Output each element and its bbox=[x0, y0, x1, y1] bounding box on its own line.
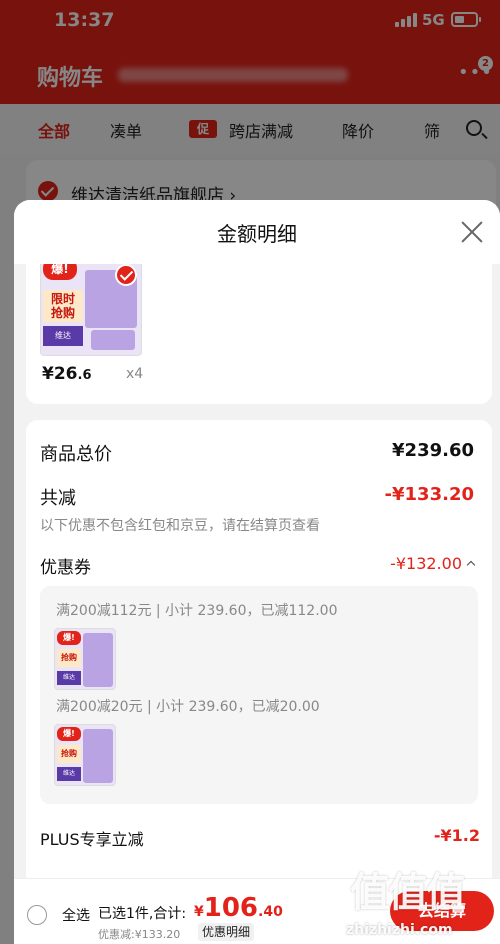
product-quantity: x4 bbox=[126, 366, 144, 382]
select-all-label[interactable]: 全选 bbox=[62, 905, 90, 925]
goods-total-value: ¥239.60 bbox=[392, 440, 474, 461]
sheet-header: 金额明细 bbox=[14, 200, 500, 264]
product-thumbnail[interactable]: 爆! 限时 抢购 维达 bbox=[40, 264, 142, 356]
product-price: ¥26.6 bbox=[42, 364, 92, 384]
selected-count: 已选1件,合计: bbox=[98, 906, 187, 922]
select-all-checkbox[interactable] bbox=[27, 905, 47, 925]
discount-label: 共减 bbox=[40, 488, 76, 509]
coupon-line-2: 满200减20元 | 小计 239.60，已减20.00 bbox=[56, 699, 320, 715]
goods-total-label: 商品总价 bbox=[40, 444, 112, 465]
coupon-line-1: 满200减112元 | 小计 239.60，已减112.00 bbox=[56, 603, 338, 619]
product-checked-icon bbox=[115, 264, 137, 286]
amount-detail-sheet: 金额明细 爆! 限时 抢购 维达 ¥26.6 x4 商品总价 ¥239.60 共减… bbox=[14, 200, 500, 944]
coupon-product-thumbnail-2: 爆! 抢购 维达 bbox=[54, 724, 116, 786]
product-sub-label: 维达 bbox=[43, 326, 83, 346]
coupon-label: 优惠券 bbox=[40, 558, 91, 578]
coupon-product-thumbnail-1: 爆! 抢购 维达 bbox=[54, 628, 116, 690]
discount-note: 以下优惠不包含红包和京豆，请在结算页查看 bbox=[40, 518, 320, 534]
plus-discount-value: -¥1.2 bbox=[433, 826, 480, 845]
coupon-detail-box: 满200减112元 | 小计 239.60，已减112.00 爆! 抢购 维达 … bbox=[40, 586, 478, 804]
close-button[interactable] bbox=[460, 220, 484, 244]
sheet-title: 金额明细 bbox=[217, 222, 297, 246]
site-watermark: 值值值 zhizhizhi.com bbox=[346, 860, 496, 944]
flash-sale-badge: 限时 抢购 bbox=[43, 290, 83, 322]
plus-discount-label: PLUS专享立减 bbox=[40, 830, 144, 849]
coupon-value: -¥132.00 bbox=[390, 554, 462, 573]
coupon-toggle[interactable]: -¥132.00 bbox=[390, 554, 476, 573]
discount-detail-button[interactable]: 优惠明细 bbox=[198, 923, 255, 941]
burst-badge: 爆! bbox=[43, 264, 77, 280]
discount-value: -¥133.20 bbox=[384, 484, 474, 505]
saved-amount: 优惠减:¥133.20 bbox=[98, 928, 181, 941]
chevron-up-icon bbox=[466, 560, 476, 570]
product-card: 爆! 限时 抢购 维达 bbox=[26, 264, 492, 404]
total-price: ¥106.40 bbox=[194, 893, 283, 923]
watermark-logo: 值值值 bbox=[350, 870, 466, 916]
watermark-url: zhizhizhi.com bbox=[346, 922, 453, 938]
